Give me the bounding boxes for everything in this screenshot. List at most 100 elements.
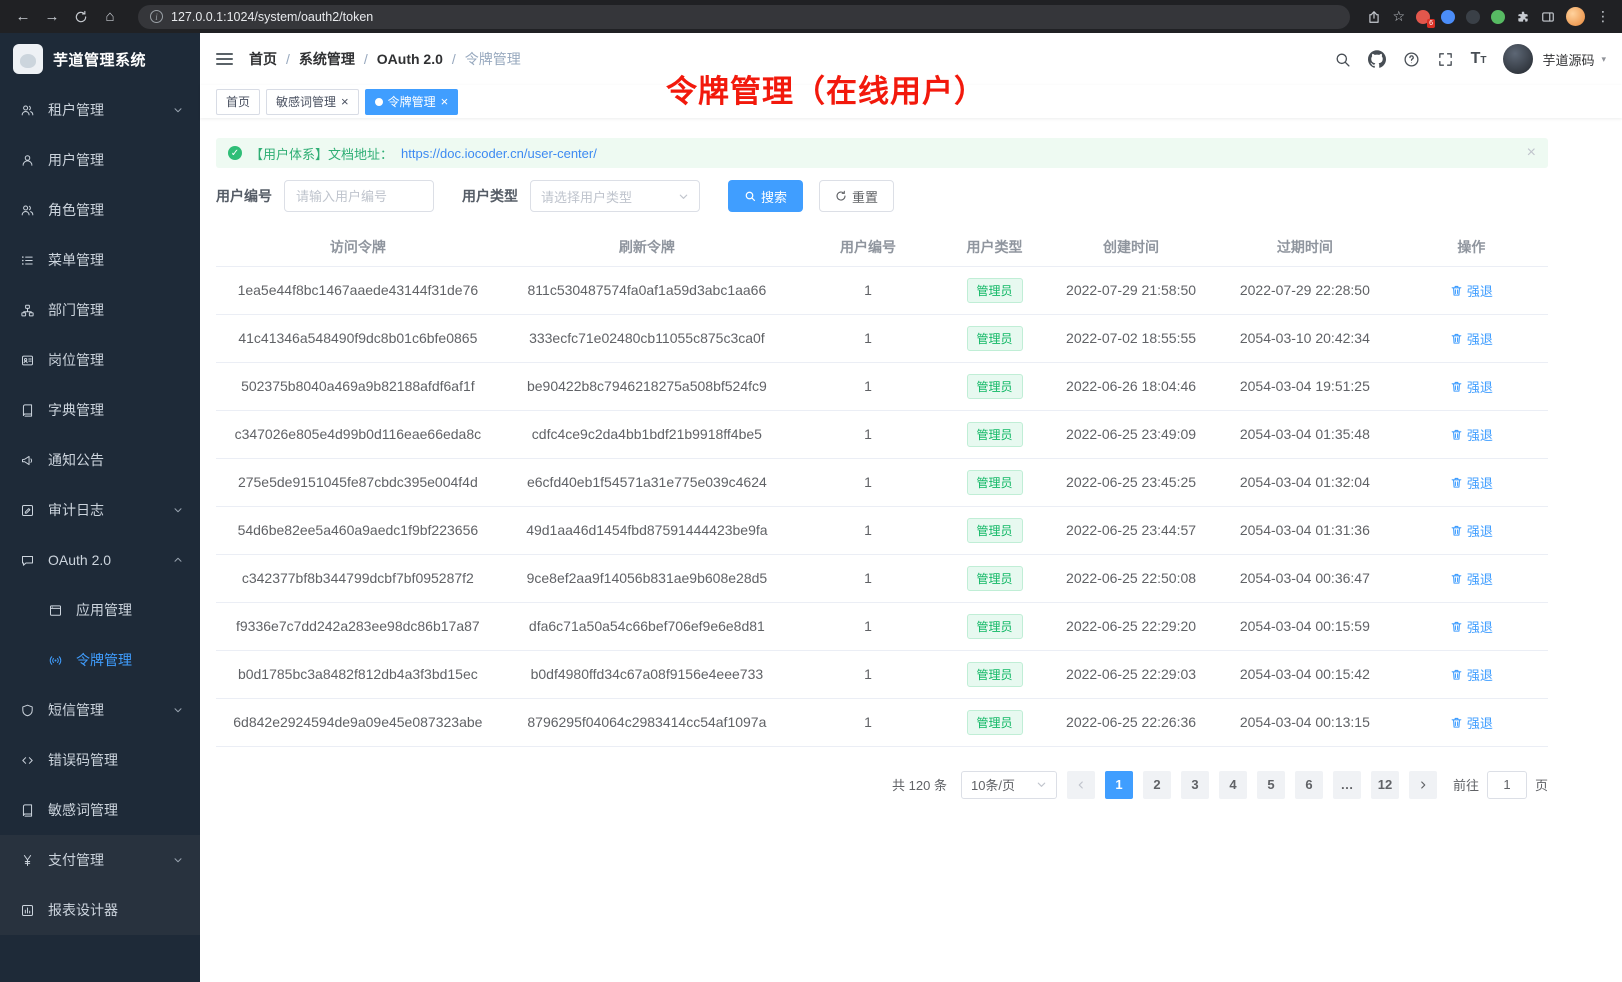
- refresh-button[interactable]: [70, 6, 92, 28]
- force-logout-button[interactable]: 强退: [1450, 473, 1493, 492]
- alert-close-icon[interactable]: ×: [1527, 144, 1536, 162]
- page-button-2[interactable]: 2: [1143, 771, 1171, 799]
- user-id-input[interactable]: [284, 180, 434, 212]
- url-bar[interactable]: i 127.0.0.1:1024/system/oauth2/token: [138, 5, 1350, 29]
- force-logout-button[interactable]: 强退: [1450, 713, 1493, 732]
- dept-icon: [20, 303, 35, 318]
- tab-sensitive-word[interactable]: 敏感词管理×: [266, 89, 359, 115]
- jump-page-input[interactable]: [1487, 771, 1527, 799]
- side-panel-icon[interactable]: [1541, 10, 1555, 24]
- force-logout-button[interactable]: 强退: [1450, 329, 1493, 348]
- create-time-cell: 2022-06-25 22:26:36: [1047, 698, 1215, 746]
- github-icon[interactable]: [1368, 50, 1386, 68]
- extension-badge: 6: [1427, 19, 1435, 28]
- page-button-4[interactable]: 4: [1219, 771, 1247, 799]
- page-size-select[interactable]: 10条/页: [961, 771, 1057, 799]
- home-button[interactable]: ⌂: [99, 6, 121, 28]
- alert-text: 【用户体系】文档地址：: [250, 144, 393, 163]
- page-button-6[interactable]: 6: [1295, 771, 1323, 799]
- sidebar-item-report[interactable]: 报表设计器: [0, 885, 200, 935]
- previous-page-button[interactable]: [1067, 771, 1095, 799]
- tab-close-icon[interactable]: ×: [341, 95, 349, 108]
- back-button[interactable]: ←: [12, 6, 34, 28]
- site-info-icon[interactable]: i: [150, 10, 163, 23]
- access-token-cell: 275e5de9151045fe87cbdc395e004f4d: [216, 458, 500, 506]
- tab-close-icon[interactable]: ×: [441, 95, 449, 108]
- url-text: 127.0.0.1:1024/system/oauth2/token: [171, 10, 373, 24]
- sidebar-item-dept[interactable]: 部门管理: [0, 285, 200, 335]
- user-avatar[interactable]: [1503, 44, 1533, 74]
- font-size-icon[interactable]: TT: [1471, 50, 1487, 68]
- search-icon[interactable]: [1334, 51, 1351, 68]
- access-token-cell: 6d842e2924594de9a09e45e087323abe: [216, 698, 500, 746]
- user-type-select[interactable]: 请选择用户类型: [530, 180, 700, 212]
- report-icon: [20, 903, 35, 918]
- sidebar-item-pay[interactable]: 支付管理: [0, 835, 200, 885]
- sidebar-item-notice[interactable]: 通知公告: [0, 435, 200, 485]
- sidebar-item-label: 通知公告: [48, 450, 184, 470]
- extension-icon[interactable]: [1441, 10, 1455, 24]
- user-id-cell: 1: [794, 410, 942, 458]
- sidebar-item-user[interactable]: 用户管理: [0, 135, 200, 185]
- page-button-1[interactable]: 1: [1105, 771, 1133, 799]
- extension-icon[interactable]: [1491, 10, 1505, 24]
- reset-button[interactable]: 重置: [819, 180, 894, 212]
- page-button-3[interactable]: 3: [1181, 771, 1209, 799]
- bookmark-star-icon[interactable]: ☆: [1392, 8, 1405, 25]
- sidebar-item-tenant[interactable]: 租户管理: [0, 85, 200, 135]
- browser-profile-avatar[interactable]: [1566, 7, 1585, 26]
- user-id-cell: 1: [794, 602, 942, 650]
- force-logout-button[interactable]: 强退: [1450, 665, 1493, 684]
- tab-home[interactable]: 首页: [216, 89, 260, 115]
- sidebar-item-dict[interactable]: 字典管理: [0, 385, 200, 435]
- extensions-puzzle-icon[interactable]: [1516, 10, 1530, 24]
- sidebar-item-role[interactable]: 角色管理: [0, 185, 200, 235]
- sidebar-item-oauth[interactable]: OAuth 2.0: [0, 535, 200, 585]
- breadcrumb-home[interactable]: 首页: [249, 49, 277, 69]
- force-logout-label: 强退: [1467, 713, 1493, 732]
- column-header: 访问令牌: [216, 228, 500, 266]
- help-icon[interactable]: [1403, 51, 1420, 68]
- share-icon[interactable]: [1367, 10, 1381, 24]
- breadcrumb-system-management[interactable]: 系统管理: [299, 49, 355, 69]
- fullscreen-icon[interactable]: [1437, 51, 1454, 68]
- extension-icon[interactable]: 6: [1416, 10, 1430, 24]
- force-logout-button[interactable]: 强退: [1450, 617, 1493, 636]
- tab-token-management[interactable]: 令牌管理×: [365, 89, 459, 115]
- sidebar-item-menu[interactable]: 菜单管理: [0, 235, 200, 285]
- user-menu-caret-icon[interactable]: ▾: [1601, 54, 1606, 65]
- force-logout-button[interactable]: 强退: [1450, 569, 1493, 588]
- delete-icon: [1450, 620, 1463, 633]
- browser-menu-icon[interactable]: ⋮: [1596, 8, 1610, 25]
- sidebar-item-audit[interactable]: 审计日志: [0, 485, 200, 535]
- sidebar-item-token[interactable]: 令牌管理: [0, 635, 200, 685]
- page-button-12[interactable]: 12: [1371, 771, 1399, 799]
- sidebar-item-sms[interactable]: 短信管理: [0, 685, 200, 735]
- doc-link[interactable]: https://doc.iocoder.cn/user-center/: [401, 146, 597, 161]
- chevron-down-icon: [1036, 779, 1047, 790]
- token-icon: [48, 653, 63, 668]
- extension-icon[interactable]: [1466, 10, 1480, 24]
- sidebar-item-errcode[interactable]: 错误码管理: [0, 735, 200, 785]
- force-logout-button[interactable]: 强退: [1450, 521, 1493, 540]
- filter-form: 用户编号 用户类型 请选择用户类型 搜索 重置: [216, 180, 1548, 212]
- app-logo[interactable]: 芋道管理系统: [0, 33, 200, 85]
- breadcrumb-oauth2[interactable]: OAuth 2.0: [377, 51, 443, 67]
- force-logout-button[interactable]: 强退: [1450, 281, 1493, 300]
- sidebar-item-label: 短信管理: [48, 700, 159, 720]
- delete-icon: [1450, 332, 1463, 345]
- force-logout-button[interactable]: 强退: [1450, 377, 1493, 396]
- force-logout-button[interactable]: 强退: [1450, 425, 1493, 444]
- sidebar-item-app[interactable]: 应用管理: [0, 585, 200, 635]
- sidebar-item-post[interactable]: 岗位管理: [0, 335, 200, 385]
- collapse-menu-icon[interactable]: [216, 53, 233, 65]
- sidebar-item-sensitive[interactable]: 敏感词管理: [0, 785, 200, 835]
- username[interactable]: 芋道源码: [1542, 50, 1594, 69]
- pagination-more-button[interactable]: …: [1333, 771, 1361, 799]
- forward-button[interactable]: →: [41, 6, 63, 28]
- next-page-button[interactable]: [1409, 771, 1437, 799]
- sidebar-item-label: 支付管理: [48, 850, 159, 870]
- search-button[interactable]: 搜索: [728, 180, 803, 212]
- page-button-5[interactable]: 5: [1257, 771, 1285, 799]
- column-header: 过期时间: [1215, 228, 1395, 266]
